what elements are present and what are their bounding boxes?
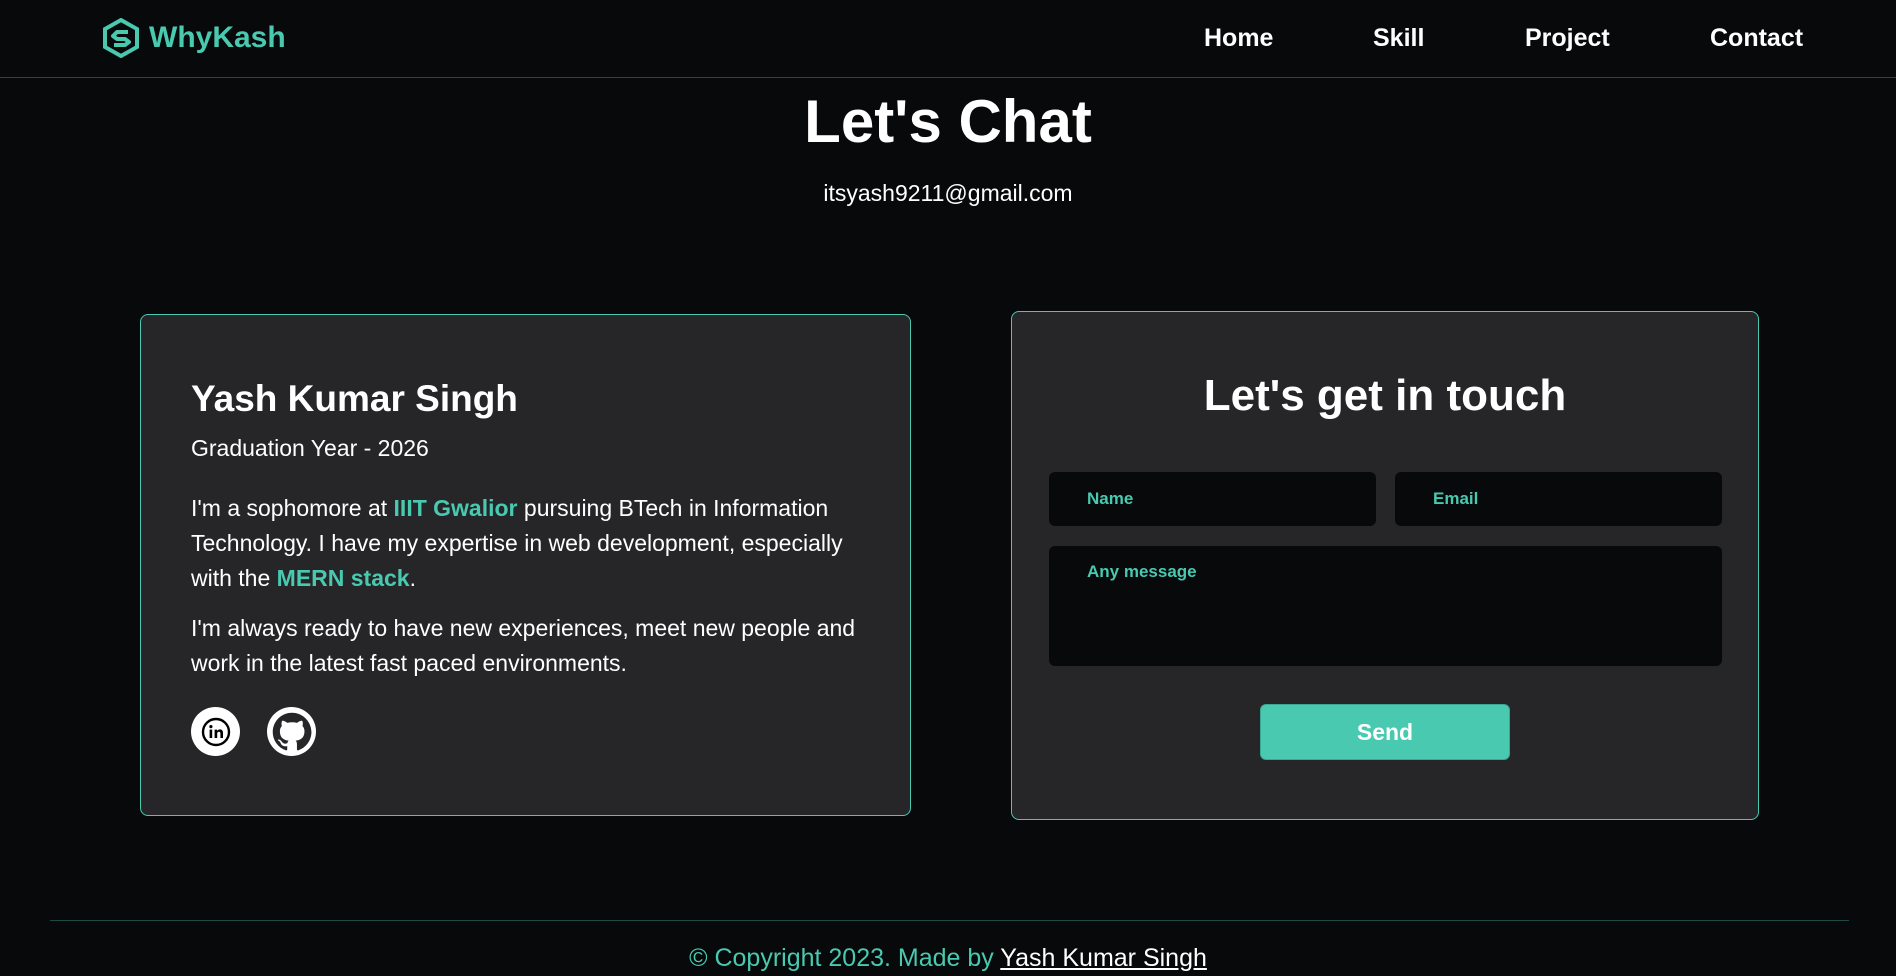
footer-author-link[interactable]: Yash Kumar Singh xyxy=(1000,944,1207,972)
footer-divider xyxy=(50,920,1849,921)
social-links xyxy=(191,707,316,756)
stack-highlight: MERN stack xyxy=(276,565,410,591)
about-card: Yash Kumar Singh Graduation Year - 2026 … xyxy=(140,314,911,816)
message-field[interactable] xyxy=(1049,546,1722,666)
about-intro: I'm a sophomore at IIIT Gwalior pursuing… xyxy=(191,491,871,596)
nav-link-contact[interactable]: Contact xyxy=(1710,20,1803,56)
linkedin-icon xyxy=(201,717,231,747)
navbar: WhyKash Home Skill Project Contact xyxy=(0,0,1896,78)
contact-email: itsyash9211@gmail.com xyxy=(823,180,1073,206)
about-intro-text-a: I'm a sophomore at xyxy=(191,495,394,521)
footer: © Copyright 2023. Made by Yash Kumar Sin… xyxy=(0,942,1896,974)
nav-link-home[interactable]: Home xyxy=(1204,20,1273,56)
about-name: Yash Kumar Singh xyxy=(191,378,518,419)
page-title: Let's Chat xyxy=(804,88,1092,155)
footer-copyright: © Copyright 2023. Made by xyxy=(689,944,1001,972)
github-link[interactable] xyxy=(267,707,316,756)
linkedin-link[interactable] xyxy=(191,707,240,756)
email-field[interactable] xyxy=(1395,472,1722,526)
nav-link-project[interactable]: Project xyxy=(1525,20,1610,56)
nav-links: Home Skill Project Contact xyxy=(0,20,1896,56)
about-intro-text-c: . xyxy=(409,565,416,591)
college-highlight: IIIT Gwalior xyxy=(393,495,518,521)
github-icon xyxy=(270,710,314,754)
name-field[interactable] xyxy=(1049,472,1376,526)
contact-heading: Let's get in touch xyxy=(1203,371,1567,420)
graduation-year: Graduation Year - 2026 xyxy=(191,435,429,461)
about-outro: I'm always ready to have new experiences… xyxy=(191,615,856,676)
nav-link-skill[interactable]: Skill xyxy=(1373,20,1424,56)
send-button[interactable]: Send xyxy=(1260,704,1510,760)
contact-card: Let's get in touch Send xyxy=(1011,311,1759,820)
